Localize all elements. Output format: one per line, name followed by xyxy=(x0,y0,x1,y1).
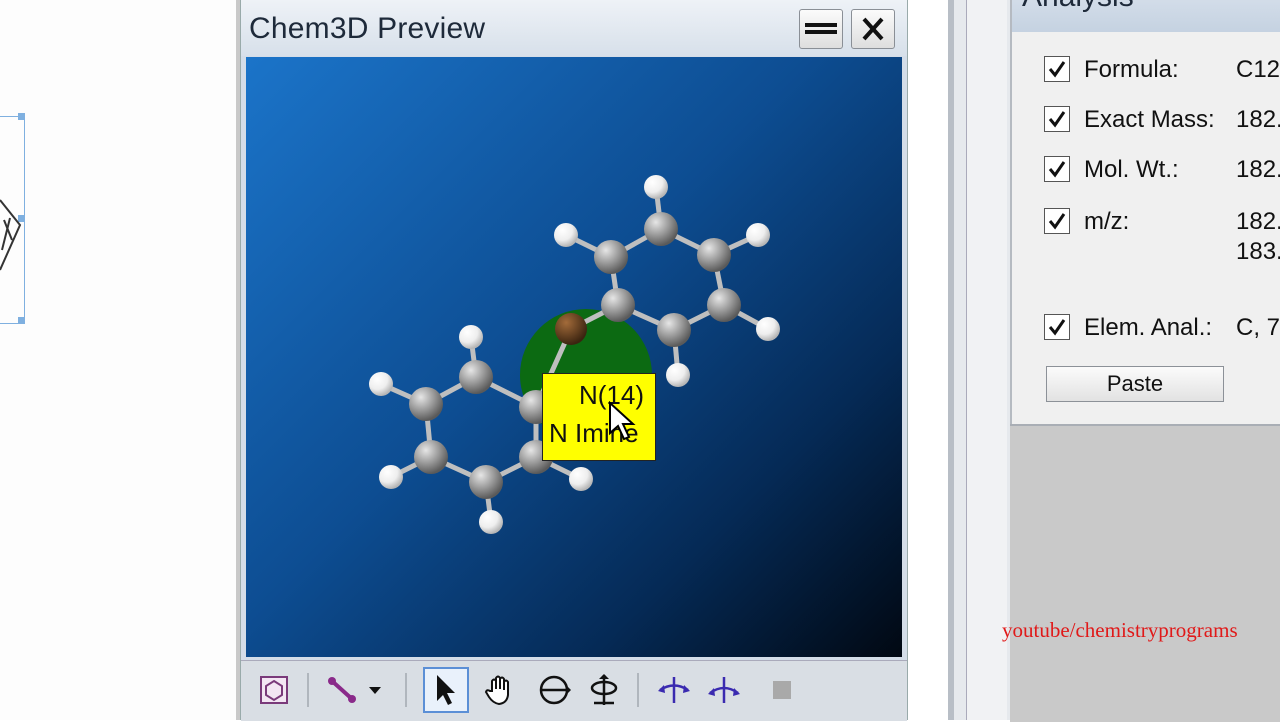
move-icon xyxy=(590,674,618,705)
window-title: Chem3D Preview xyxy=(249,12,486,45)
exact-mass-value: 182. xyxy=(1236,106,1280,133)
rotate-y-icon xyxy=(708,677,740,703)
analysis-row-formula: Formula: C12 xyxy=(1012,50,1280,90)
hand-tool[interactable] xyxy=(477,667,523,713)
watermark-text: youtube/chemistryprograms xyxy=(1002,618,1238,642)
paste-button[interactable]: Paste xyxy=(1046,366,1224,402)
elem-anal-label: Elem. Anal.: xyxy=(1084,314,1213,341)
stop-icon xyxy=(773,681,791,699)
rotate-x-tool[interactable] xyxy=(651,667,697,713)
panel-border xyxy=(948,0,954,720)
elem-anal-checkbox[interactable] xyxy=(1044,314,1070,340)
close-icon xyxy=(862,17,884,41)
chem3d-preview-window: Chem3D Preview N(14) N Imine xyxy=(240,0,908,721)
mol-wt-label: Mol. Wt.: xyxy=(1084,156,1179,183)
rotate-tool[interactable] xyxy=(531,667,577,713)
analysis-row-mz: m/z: 182. 183. xyxy=(1012,202,1280,272)
bond-icon xyxy=(328,677,356,703)
molecule-3d-view[interactable]: N(14) N Imine xyxy=(246,57,902,657)
rotate-x-icon xyxy=(658,677,690,703)
analysis-row-elem-anal: Elem. Anal.: C, 7 xyxy=(1012,308,1280,348)
analysis-panel: Analysis Formula: C12 Exact Mass: 182. M… xyxy=(1010,0,1280,424)
mol-wt-checkbox[interactable] xyxy=(1044,156,1070,182)
close-button[interactable] xyxy=(851,9,895,49)
analysis-title: Analysis xyxy=(1022,0,1134,14)
bond-dropdown[interactable] xyxy=(361,667,389,713)
move-tool[interactable] xyxy=(581,667,627,713)
atom-tooltip: N(14) N Imine xyxy=(542,373,656,461)
mz-label: m/z: xyxy=(1084,208,1130,235)
background-area xyxy=(908,0,948,720)
structure-fragment xyxy=(0,199,22,271)
mouse-cursor-icon xyxy=(609,401,636,441)
hand-icon xyxy=(484,675,509,706)
exact-mass-checkbox[interactable] xyxy=(1044,106,1070,132)
checkmark-icon xyxy=(1048,213,1066,230)
elem-anal-value: C, 7 xyxy=(1236,314,1280,341)
menu-button[interactable] xyxy=(799,9,843,49)
drawing-canvas[interactable] xyxy=(0,0,240,720)
chem3d-tool[interactable] xyxy=(251,667,297,713)
panel-empty-area xyxy=(1010,424,1280,722)
chevron-down-icon xyxy=(369,687,381,694)
stop-tool[interactable] xyxy=(759,667,805,713)
mz-value-2: 183. xyxy=(1236,238,1280,265)
panel-border xyxy=(966,0,1007,720)
exact-mass-label: Exact Mass: xyxy=(1084,106,1215,133)
menu-icon xyxy=(805,23,837,34)
formula-checkbox[interactable] xyxy=(1044,56,1070,82)
toolbar-separator xyxy=(637,673,639,707)
select-arrow-icon xyxy=(437,675,455,705)
chem3d-toolbar xyxy=(241,660,907,721)
rotate-y-tool[interactable] xyxy=(701,667,747,713)
toolbar-separator xyxy=(405,673,407,707)
formula-value: C12 xyxy=(1236,56,1280,83)
mz-value: 182. xyxy=(1236,208,1280,235)
selection-handle[interactable] xyxy=(18,317,25,324)
toolbar-separator xyxy=(307,673,309,707)
select-tool[interactable] xyxy=(423,667,469,713)
checkmark-icon xyxy=(1048,161,1066,178)
mz-checkbox[interactable] xyxy=(1044,208,1070,234)
analysis-row-mol-wt: Mol. Wt.: 182. xyxy=(1012,150,1280,190)
molecule-model[interactable] xyxy=(246,57,902,657)
selection-handle[interactable] xyxy=(18,113,25,120)
checkmark-icon xyxy=(1048,111,1066,128)
analysis-titlebar[interactable]: Analysis xyxy=(1012,0,1280,32)
checkmark-icon xyxy=(1048,61,1066,78)
analysis-row-exact-mass: Exact Mass: 182. xyxy=(1012,100,1280,140)
window-titlebar[interactable]: Chem3D Preview xyxy=(241,0,907,56)
chem3d-icon xyxy=(260,676,288,704)
formula-label: Formula: xyxy=(1084,56,1179,83)
rotate-icon xyxy=(539,675,571,705)
atom-nitrogen[interactable] xyxy=(555,313,587,345)
checkmark-icon xyxy=(1048,319,1066,336)
mol-wt-value: 182. xyxy=(1236,156,1280,183)
